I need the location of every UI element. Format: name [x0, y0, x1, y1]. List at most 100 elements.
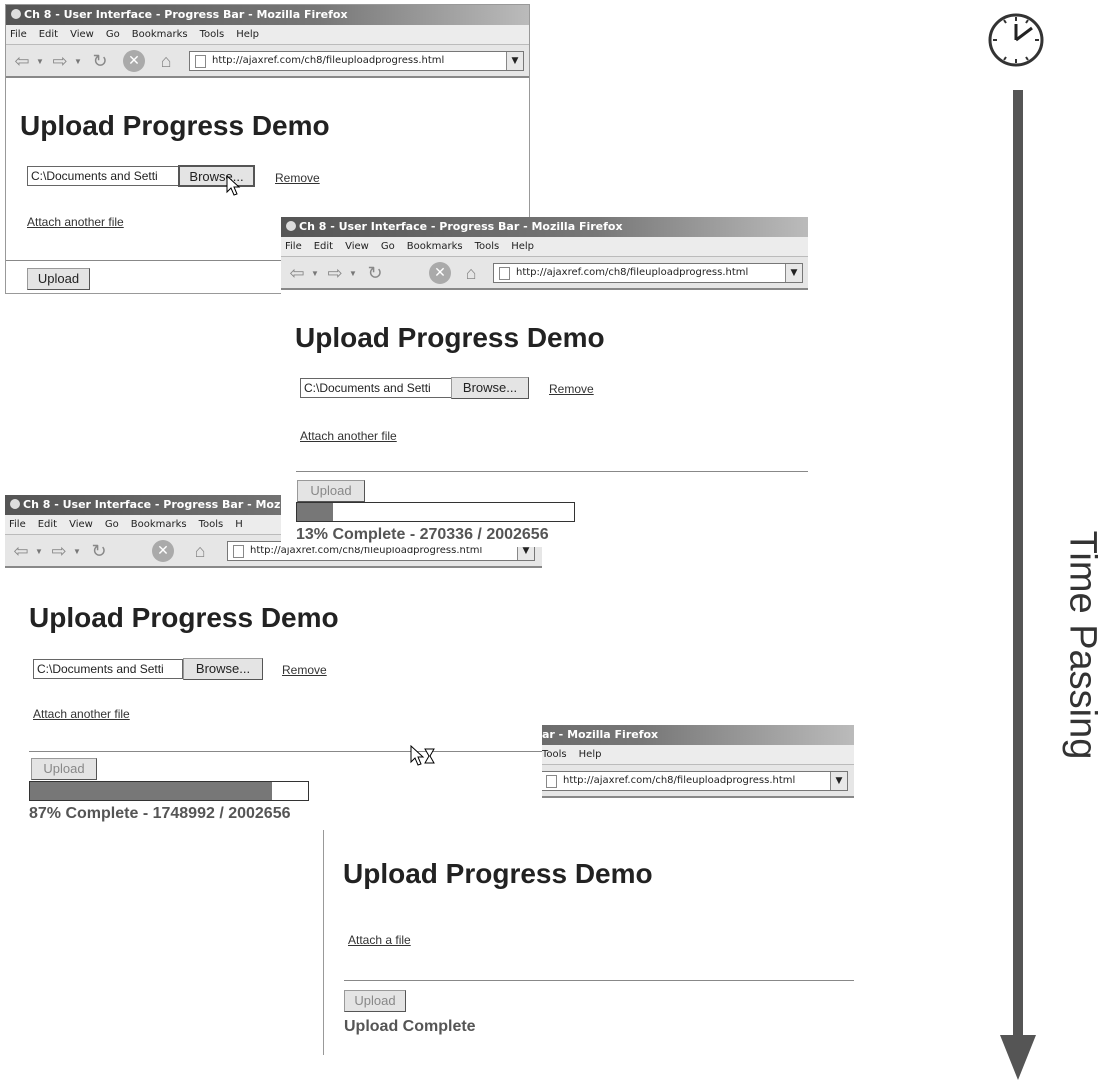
stop-icon[interactable]: ✕	[152, 540, 174, 562]
menu-file[interactable]: File	[285, 241, 302, 252]
attach-another-file-link[interactable]: Attach another file	[300, 429, 397, 443]
attach-another-file-link[interactable]: Attach another file	[27, 215, 124, 229]
menu-bar: File Edit View Go Bookmarks Tools Help	[281, 237, 808, 257]
busy-cursor-icon	[410, 745, 435, 766]
progress-status: 87% Complete - 1748992 / 2002656	[29, 805, 291, 822]
reload-icon[interactable]: ↻	[90, 51, 110, 71]
attach-a-file-link[interactable]: Attach a file	[348, 933, 411, 947]
time-passing-label: Time Passing	[1061, 530, 1104, 760]
firefox-icon	[285, 220, 297, 232]
menu-view[interactable]: View	[69, 519, 93, 530]
upload-button[interactable]: Upload	[27, 268, 90, 290]
progress-bar-fill	[30, 782, 272, 800]
stop-icon[interactable]: ✕	[429, 262, 451, 284]
upload-button[interactable]: Upload	[31, 758, 97, 780]
menu-edit[interactable]: Edit	[38, 519, 57, 530]
menu-tools[interactable]: Tools	[542, 749, 567, 760]
menu-go[interactable]: Go	[381, 241, 395, 252]
window-title: Ch 8 - User Interface - Progress Bar - M…	[299, 220, 623, 233]
file-path-input[interactable]: C:\Documents and Setti	[300, 378, 452, 398]
home-icon[interactable]: ⌂	[461, 263, 481, 283]
remove-link[interactable]: Remove	[275, 171, 320, 185]
menu-bar: File Edit View Go Bookmarks Tools Help	[6, 25, 529, 45]
window-title: ar - Mozilla Firefox	[542, 728, 659, 741]
menu-tools[interactable]: Tools	[475, 241, 500, 252]
navigation-toolbar: ⇦ ▼ ⇨ ▼ ↻ ✕ ⌂ http://ajaxref.com/ch8/fileu…	[6, 45, 529, 78]
forward-arrow-icon[interactable]: ⇨	[50, 51, 70, 71]
window-titlebar: Ch 8 - User Interface - Progress Bar - M…	[6, 5, 529, 25]
firefox-icon	[9, 498, 21, 510]
page-heading: Upload Progress Demo	[343, 858, 653, 889]
back-arrow-icon[interactable]: ⇦	[11, 541, 31, 561]
back-dropdown-icon[interactable]: ▼	[36, 57, 44, 66]
upload-button[interactable]: Upload	[297, 480, 365, 502]
window-title: Ch 8 - User Interface - Progress Bar - M…	[24, 8, 348, 21]
file-path-input[interactable]: C:\Documents and Setti	[27, 166, 179, 186]
menu-view[interactable]: View	[345, 241, 369, 252]
reload-icon[interactable]: ↻	[365, 263, 385, 283]
menu-tools[interactable]: Tools	[200, 29, 225, 40]
stop-icon[interactable]: ✕	[123, 50, 145, 72]
navigation-toolbar: ⇦ ▼ ⇨ ▼ ↻ ✕ ⌂ http://ajaxref.com/ch8/fileu…	[281, 257, 808, 290]
url-bar[interactable]: http://ajaxref.com/ch8/fileuploadprogres…	[493, 263, 803, 283]
page-icon	[499, 267, 510, 280]
menu-edit[interactable]: Edit	[314, 241, 333, 252]
upload-complete-status: Upload Complete	[344, 1018, 476, 1035]
url-text: http://ajaxref.com/ch8/fileuploadprogres…	[563, 775, 796, 786]
menu-file[interactable]: File	[10, 29, 27, 40]
menu-go[interactable]: Go	[106, 29, 120, 40]
back-arrow-icon[interactable]: ⇦	[287, 263, 307, 283]
menu-file[interactable]: File	[9, 519, 26, 530]
remove-link[interactable]: Remove	[549, 382, 594, 396]
menu-help[interactable]: H	[235, 519, 243, 530]
page-heading: Upload Progress Demo	[295, 322, 605, 353]
menu-bookmarks[interactable]: Bookmarks	[407, 241, 463, 252]
back-dropdown-icon[interactable]: ▼	[311, 269, 319, 278]
forward-dropdown-icon[interactable]: ▼	[73, 547, 81, 556]
browse-button[interactable]: Browse...	[451, 377, 529, 399]
url-dropdown-icon[interactable]: ▼	[830, 772, 847, 790]
window-title: Ch 8 - User Interface - Progress Bar - M…	[23, 498, 285, 511]
forward-dropdown-icon[interactable]: ▼	[349, 269, 357, 278]
page-heading: Upload Progress Demo	[20, 110, 330, 141]
menu-help[interactable]: Help	[511, 241, 534, 252]
page-icon	[195, 55, 206, 68]
url-dropdown-icon[interactable]: ▼	[506, 52, 523, 70]
home-icon[interactable]: ⌂	[190, 541, 210, 561]
remove-link[interactable]: Remove	[282, 663, 327, 677]
divider	[6, 260, 286, 261]
browse-button[interactable]: Browse...	[183, 658, 263, 680]
browse-button[interactable]: Browse...	[178, 165, 255, 187]
progress-bar	[296, 502, 575, 522]
page-icon	[546, 775, 557, 788]
reload-icon[interactable]: ↻	[89, 541, 109, 561]
menu-edit[interactable]: Edit	[39, 29, 58, 40]
page-icon	[233, 545, 244, 558]
attach-another-file-link[interactable]: Attach another file	[33, 707, 130, 721]
upload-button[interactable]: Upload	[344, 990, 406, 1012]
menu-bookmarks[interactable]: Bookmarks	[132, 29, 188, 40]
timeline-label-box: Time Passing	[1061, 480, 1104, 810]
menu-help[interactable]: Help	[579, 749, 602, 760]
firefox-icon	[10, 8, 22, 20]
browser-window-2: Ch 8 - User Interface - Progress Bar - M…	[281, 217, 808, 547]
timeline-arrow	[1000, 90, 1036, 1080]
back-arrow-icon[interactable]: ⇦	[12, 51, 32, 71]
file-path-input[interactable]: C:\Documents and Setti	[33, 659, 183, 679]
home-icon[interactable]: ⌂	[156, 51, 176, 71]
url-bar[interactable]: http://ajaxref.com/ch8/fileuploadprogres…	[540, 771, 848, 791]
back-dropdown-icon[interactable]: ▼	[35, 547, 43, 556]
menu-help[interactable]: Help	[236, 29, 259, 40]
menu-bookmarks[interactable]: Bookmarks	[131, 519, 187, 530]
url-dropdown-icon[interactable]: ▼	[785, 264, 802, 282]
menu-go[interactable]: Go	[105, 519, 119, 530]
forward-dropdown-icon[interactable]: ▼	[74, 57, 82, 66]
menu-view[interactable]: View	[70, 29, 94, 40]
forward-arrow-icon[interactable]: ⇨	[49, 541, 69, 561]
url-text: http://ajaxref.com/ch8/fileuploadprogres…	[212, 55, 445, 66]
clock-icon	[988, 13, 1044, 67]
url-bar[interactable]: http://ajaxref.com/ch8/fileuploadprogres…	[189, 51, 524, 71]
menu-tools[interactable]: Tools	[199, 519, 224, 530]
progress-bar-fill	[297, 503, 333, 521]
forward-arrow-icon[interactable]: ⇨	[325, 263, 345, 283]
